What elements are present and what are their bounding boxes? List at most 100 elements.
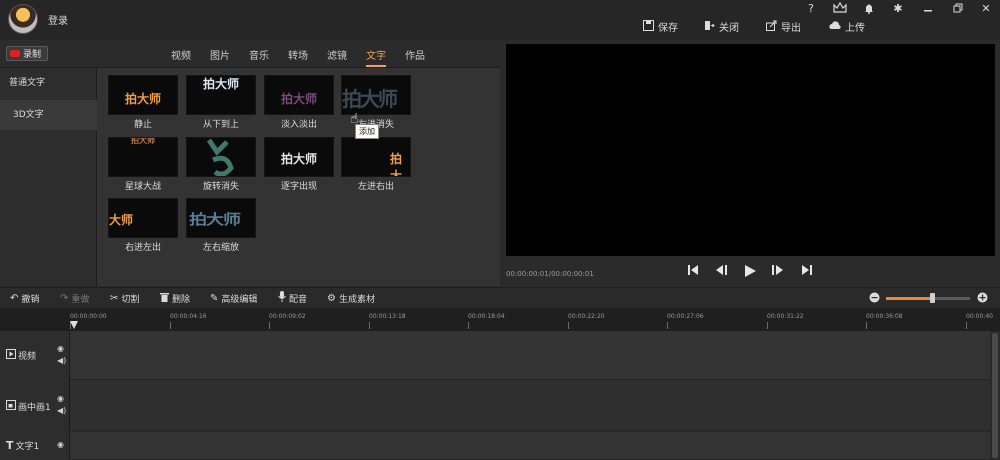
close-project-button[interactable]: 关闭 bbox=[703, 18, 739, 34]
pip-track-icon bbox=[6, 400, 16, 413]
thumb-text: 拍大师 bbox=[125, 92, 162, 106]
skip-to-start-icon[interactable] bbox=[685, 264, 701, 280]
timeline-scrollbar-thumb[interactable] bbox=[992, 333, 998, 458]
effect-thumb-fade[interactable]: 拍大师 bbox=[264, 75, 334, 115]
pip-visibility-eye-icon[interactable]: ◉ bbox=[57, 394, 64, 403]
thumb-text: 拍大师 bbox=[131, 137, 155, 145]
effect-label-star-wars: 星球大战 bbox=[124, 182, 161, 192]
upload-button[interactable]: 上传 bbox=[829, 18, 865, 34]
video-volume-icon[interactable]: ◀) bbox=[57, 356, 66, 365]
vip-crown-icon[interactable] bbox=[832, 1, 848, 16]
pip-track[interactable] bbox=[70, 381, 990, 431]
thumb-text: 拍大师 bbox=[390, 152, 403, 177]
zoom-in-icon[interactable] bbox=[977, 292, 988, 303]
dub-label: 配音 bbox=[289, 294, 308, 305]
record-label: 录制 bbox=[23, 50, 42, 60]
tab-image[interactable]: 图片 bbox=[210, 47, 230, 62]
microphone-icon bbox=[278, 291, 286, 305]
effect-thumb-static[interactable]: 拍大师 bbox=[108, 75, 178, 115]
zoom-slider-handle[interactable] bbox=[930, 293, 935, 303]
effect-thumb-bottom-to-top[interactable]: 拍大师 bbox=[186, 75, 256, 115]
effect-thumb-right-in-left-out[interactable]: 大师 bbox=[108, 198, 178, 238]
ruler-tick-label: 00:00:13:18 bbox=[369, 313, 406, 320]
tab-transition[interactable]: 转场 bbox=[288, 47, 308, 62]
effect-label-rotate-vanish: 旋转消失 bbox=[202, 182, 239, 192]
effect-label-static: 静止 bbox=[133, 120, 152, 130]
effect-thumb-left-in-right-out[interactable]: 拍大师 bbox=[341, 137, 411, 177]
minimize-icon[interactable] bbox=[920, 2, 936, 16]
effect-thumb-left-in-vanish[interactable]: 拍大师 bbox=[341, 75, 411, 115]
tab-music[interactable]: 音乐 bbox=[249, 47, 269, 62]
video-track-label: 视频 bbox=[6, 349, 36, 362]
ruler-tick bbox=[667, 322, 668, 329]
previous-frame-icon[interactable] bbox=[713, 264, 729, 280]
text-track[interactable] bbox=[70, 432, 990, 460]
ruler-tick-label: 00:00:31:22 bbox=[767, 313, 804, 320]
export-button[interactable]: 导出 bbox=[765, 18, 801, 34]
effect-thumb-horizontal-zoom[interactable]: 拍大师 bbox=[186, 198, 256, 238]
effect-label-left-in-right-out: 左进右出 bbox=[357, 182, 394, 192]
tab-text[interactable]: 文字 bbox=[366, 47, 386, 67]
effect-label-horizontal-zoom: 左右缩放 bbox=[202, 243, 239, 253]
login-link[interactable]: 登录 bbox=[48, 12, 68, 27]
tab-works[interactable]: 作品 bbox=[405, 47, 425, 62]
close-window-icon[interactable]: ✕ bbox=[978, 2, 994, 16]
dub-button[interactable]: 配音 bbox=[278, 291, 308, 305]
effect-thumb-letter-by-letter[interactable]: 拍大师 bbox=[264, 137, 334, 177]
text-track-label: T 文字1 bbox=[6, 439, 39, 452]
ruler-tick-label: 00:00:27:06 bbox=[667, 313, 704, 320]
playhead[interactable] bbox=[70, 321, 78, 329]
ruler-tick bbox=[767, 322, 768, 329]
avatar[interactable] bbox=[8, 4, 38, 34]
ruler-tick bbox=[369, 322, 370, 329]
next-frame-icon[interactable] bbox=[770, 264, 786, 280]
video-visibility-eye-icon[interactable]: ◉ bbox=[57, 344, 64, 353]
record-icon bbox=[10, 50, 20, 57]
effect-thumb-star-wars[interactable]: 拍大师 bbox=[108, 137, 178, 177]
video-track[interactable] bbox=[70, 331, 990, 380]
thumb-text: 大师 bbox=[109, 213, 134, 227]
ruler-tick-label: 00:00:09:02 bbox=[269, 313, 306, 320]
gear-icon[interactable]: ✱ bbox=[890, 2, 906, 16]
video-track-name: 视频 bbox=[18, 352, 37, 362]
save-label: 保存 bbox=[658, 22, 678, 34]
scissors-icon: ✂ bbox=[110, 292, 119, 304]
redo-button[interactable]: ↷ 重做 bbox=[60, 292, 89, 305]
trash-icon bbox=[160, 292, 169, 305]
ruler-tick-label: 00:00:40 bbox=[966, 313, 993, 320]
advanced-edit-button[interactable]: ✎ 高级编辑 bbox=[210, 292, 257, 305]
cut-button[interactable]: ✂ 切割 bbox=[110, 292, 140, 305]
text-visibility-eye-icon[interactable]: ◉ bbox=[57, 440, 64, 449]
record-button[interactable]: 录制 bbox=[6, 46, 48, 61]
effect-label-fade: 淡入淡出 bbox=[280, 120, 317, 130]
export-label: 导出 bbox=[781, 22, 801, 34]
tab-video[interactable]: 视频 bbox=[171, 47, 191, 62]
cut-label: 切割 bbox=[121, 294, 140, 305]
tab-filter[interactable]: 滤镜 bbox=[327, 47, 347, 62]
effect-thumb-rotate-vanish[interactable] bbox=[186, 137, 256, 177]
preview-screen bbox=[506, 44, 995, 256]
effect-label-letter-by-letter: 逐字出现 bbox=[280, 182, 317, 192]
help-icon[interactable]: ? bbox=[803, 2, 819, 16]
zoom-out-icon[interactable] bbox=[869, 292, 880, 303]
pip-volume-icon[interactable]: ◀) bbox=[57, 406, 66, 415]
undo-button[interactable]: ↶ 撤销 bbox=[10, 292, 39, 305]
text-track-name: 文字1 bbox=[15, 442, 40, 452]
ruler-tick bbox=[468, 322, 469, 329]
close-project-icon bbox=[703, 20, 715, 32]
ruler-tick bbox=[170, 322, 171, 329]
generate-material-button[interactable]: ⚙ 生成素材 bbox=[327, 292, 375, 305]
delete-button[interactable]: 删除 bbox=[160, 292, 190, 305]
rotate-text-graphic bbox=[206, 138, 234, 176]
thumb-text: 拍大师 bbox=[281, 92, 318, 106]
bell-icon[interactable] bbox=[861, 2, 877, 16]
skip-to-end-icon[interactable] bbox=[799, 264, 815, 280]
add-tooltip: 添加 bbox=[355, 124, 379, 139]
category-3d-text[interactable]: 3D文字 bbox=[0, 100, 97, 130]
save-button[interactable]: 保存 bbox=[642, 18, 678, 34]
restore-icon[interactable] bbox=[950, 2, 966, 16]
redo-icon: ↷ bbox=[60, 292, 69, 304]
category-plain-text[interactable]: 普通文字 bbox=[0, 68, 97, 98]
upload-icon bbox=[829, 20, 841, 32]
play-icon[interactable] bbox=[742, 264, 758, 280]
